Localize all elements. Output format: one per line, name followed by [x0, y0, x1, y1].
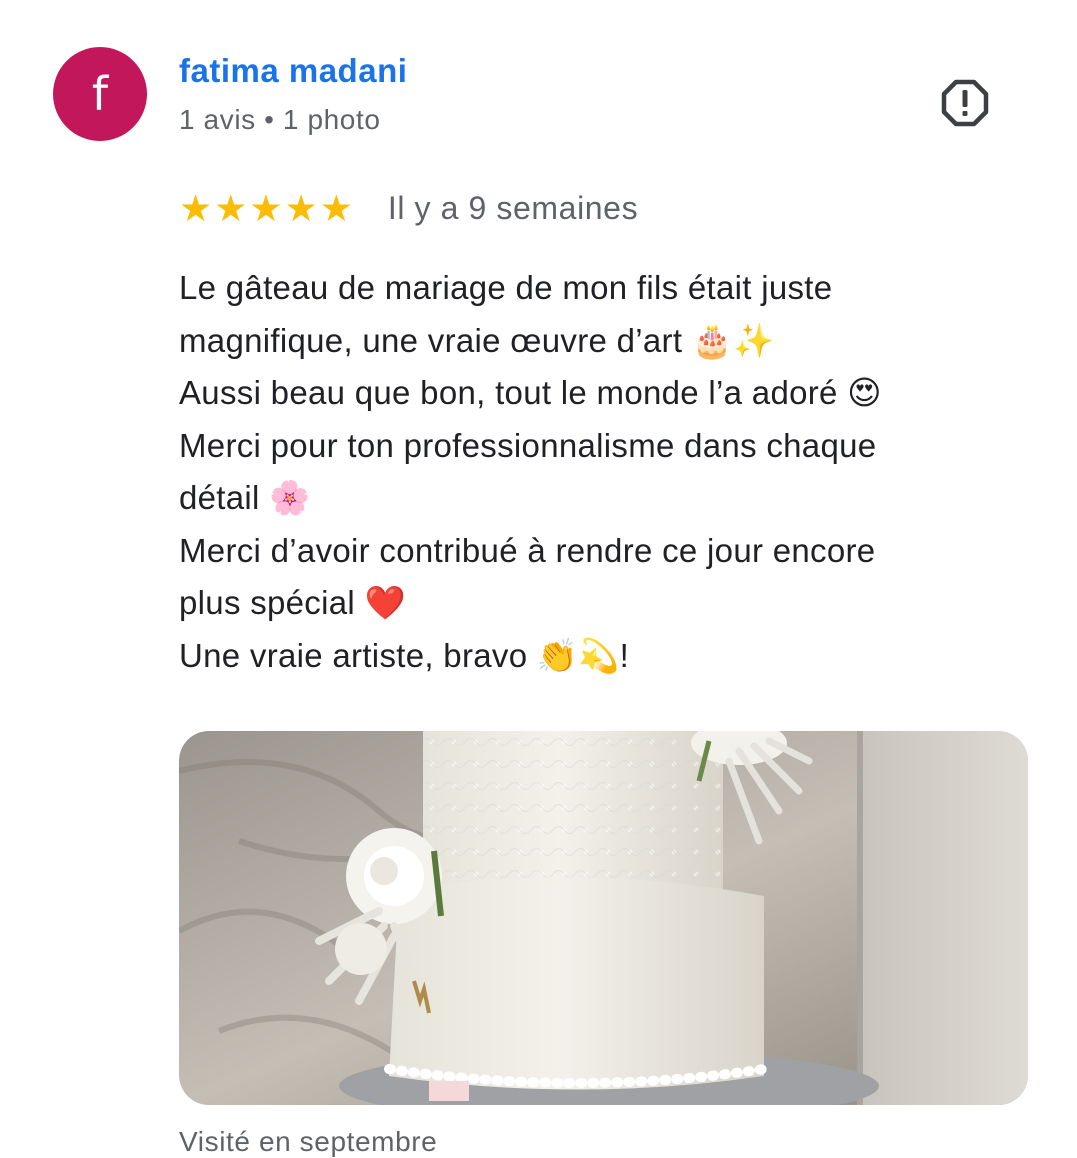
review-photo[interactable]: [179, 731, 1028, 1105]
review-text-line: plus spécial ❤️: [179, 584, 406, 621]
star-icon: ★: [214, 186, 248, 230]
review-text-line: Le gâteau de mariage de mon fils était j…: [179, 269, 833, 306]
review-text-line: Merci d’avoir contribué à rendre ce jour…: [179, 531, 876, 569]
author-meta: 1 avis • 1 photo: [179, 104, 381, 135]
report-flag-icon[interactable]: [941, 79, 989, 127]
star-rating: ★ ★ ★ ★ ★: [179, 190, 353, 227]
review-text-line: Une vraie artiste, bravo 👏💫!: [179, 636, 630, 674]
star-icon: ★: [249, 186, 283, 230]
rating-row: ★ ★ ★ ★ ★ Il y a 9 semaines: [179, 186, 638, 230]
visited-date: Visité en septembre: [179, 1126, 438, 1157]
star-icon: ★: [179, 186, 213, 230]
author-name[interactable]: fatima madani: [179, 52, 407, 90]
review-text-line: Aussi beau que bon, tout le monde l’a ad…: [179, 374, 882, 411]
avatar-initial: f: [91, 67, 109, 121]
review-text: Le gâteau de mariage de mon fils était j…: [179, 262, 1059, 682]
review-date: Il y a 9 semaines: [387, 189, 639, 226]
wedding-cake-image: [179, 731, 1028, 1105]
star-icon: ★: [319, 186, 353, 230]
star-icon: ★: [284, 186, 318, 230]
review-text-line: Merci pour ton professionnalisme dans ch…: [179, 426, 877, 464]
review-text-line: détail 🌸: [179, 479, 311, 516]
avatar[interactable]: f: [53, 47, 147, 141]
review-text-line: magnifique, une vraie œuvre d’art 🎂✨: [179, 321, 775, 359]
